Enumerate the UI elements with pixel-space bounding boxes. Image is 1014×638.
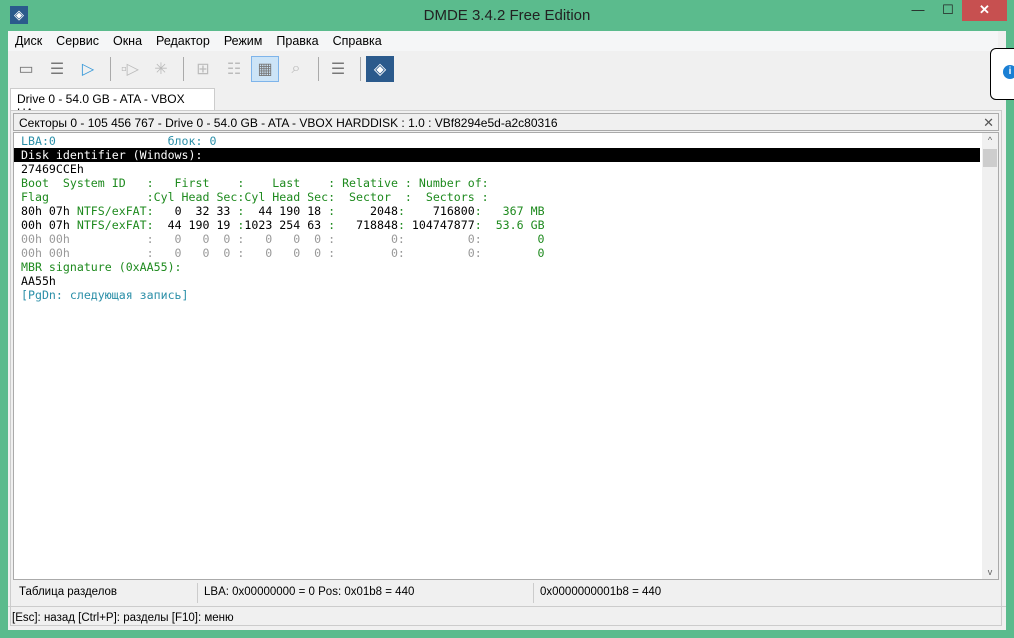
text-segment: 716800 bbox=[404, 204, 475, 218]
drive-icon[interactable]: ▭ bbox=[12, 56, 40, 82]
tab-drive-0[interactable]: Drive 0 - 54.0 GB - ATA - VBOX HA... bbox=[10, 88, 215, 120]
text-segment: NTFS/exFAT: bbox=[76, 204, 154, 218]
text-segment: 0 32 33 bbox=[153, 204, 238, 218]
text-segment: 00h 07h bbox=[21, 218, 77, 232]
scroll-down-icon[interactable]: v bbox=[982, 567, 998, 577]
text-segment: 44 190 19 bbox=[153, 218, 238, 232]
info-icon: i bbox=[1003, 65, 1014, 79]
text-line: 27469CCEh bbox=[21, 162, 980, 176]
partitions-icon[interactable]: ☰ bbox=[43, 56, 71, 82]
text-segment: NTFS/exFAT: bbox=[76, 218, 154, 232]
toolbar-separator bbox=[110, 57, 111, 81]
text-line: 00h 00h : 0 0 0 : 0 0 0 : 0: 0: 0 bbox=[21, 232, 980, 246]
config-icon[interactable]: ☰ bbox=[324, 56, 352, 82]
sector-content[interactable]: LBA:0 блок: 0 Disk identifier (Windows): 2… bbox=[13, 132, 999, 580]
scroll-up-icon[interactable]: ^ bbox=[982, 135, 998, 145]
status-bar: Таблица разделов LBA: 0x00000000 = 0 Pos… bbox=[13, 583, 999, 603]
menu-windows[interactable]: Окна bbox=[106, 31, 149, 51]
text-segment: 104747877 bbox=[404, 218, 475, 232]
text-line: MBR signature (0xAA55): bbox=[21, 260, 980, 274]
text-segment: 80h 07h bbox=[21, 204, 77, 218]
step-icon[interactable]: ▫▷ bbox=[116, 56, 144, 82]
text-segment: 00h 00h : 0 0 0 : 0 0 0 : 0: 0: bbox=[21, 232, 482, 246]
text-segment: : bbox=[397, 218, 405, 232]
text-segment: Boot System ID : First : Last : Relative… bbox=[21, 176, 489, 190]
text-line: [PgDn: следующая запись] bbox=[21, 288, 980, 302]
scroll-thumb[interactable] bbox=[983, 149, 997, 167]
menu-disk[interactable]: Диск bbox=[8, 31, 49, 51]
text-segment: Disk identifier (Windows): bbox=[21, 148, 203, 162]
text-segment: : bbox=[397, 204, 405, 218]
text-segment: AA55h bbox=[21, 274, 56, 288]
text-segment: 44 190 18 bbox=[244, 204, 329, 218]
panel-header: Секторы 0 - 105 456 767 - Drive 0 - 54.0… bbox=[13, 113, 999, 131]
vertical-scrollbar[interactable]: ^ v bbox=[982, 133, 998, 579]
toolbar-separator bbox=[360, 57, 361, 81]
text-segment: 00h 00h : 0 0 0 : 0 0 0 : 0: 0: bbox=[21, 246, 482, 260]
text-segment: 0 bbox=[481, 246, 545, 260]
text-line: 00h 00h : 0 0 0 : 0 0 0 : 0: 0: 0 bbox=[21, 246, 980, 260]
menu-mode[interactable]: Режим bbox=[217, 31, 270, 51]
search-view-icon[interactable]: ⌕ bbox=[282, 56, 310, 82]
menu-service[interactable]: Сервис bbox=[49, 31, 106, 51]
toolbar-separator bbox=[318, 57, 319, 81]
status-offset: 0x0000000001b8 = 440 bbox=[540, 586, 662, 598]
menu-bar: Диск Сервис Окна Редактор Режим Правка С… bbox=[8, 31, 998, 51]
text-segment: 718848 bbox=[335, 218, 398, 232]
main-window: Диск Сервис Окна Редактор Режим Правка С… bbox=[8, 31, 1006, 630]
text-segment: : 53.6 GB bbox=[474, 218, 545, 232]
toolbar-separator bbox=[183, 57, 184, 81]
text-line: Boot System ID : First : Last : Relative… bbox=[21, 176, 980, 190]
info-tooltip[interactable]: i bbox=[990, 48, 1014, 100]
title-bar: ◈ DMDE 3.4.2 Free Edition — ☐ ✕ bbox=[0, 0, 1014, 31]
new-icon[interactable]: ✳ bbox=[147, 56, 175, 82]
window-title: DMDE 3.4.2 Free Edition bbox=[423, 7, 591, 24]
text-segment: Flag :Cyl Head Sec:Cyl Head Sec: Sector … bbox=[21, 190, 489, 204]
maximize-button[interactable]: ☐ bbox=[933, 0, 963, 21]
list-view-icon[interactable]: ☷ bbox=[220, 56, 248, 82]
text-segment: 27469CCEh bbox=[21, 162, 84, 176]
text-line: 80h 07h NTFS/exFAT: 0 32 33 : 44 190 18 … bbox=[21, 204, 980, 218]
menu-help[interactable]: Справка bbox=[326, 31, 389, 51]
text-segment: : 367 MB bbox=[474, 204, 545, 218]
text-segment: 1023 254 63 bbox=[244, 218, 329, 232]
partition-table-text: LBA:0 блок: 0 Disk identifier (Windows): 2… bbox=[14, 134, 980, 302]
panel-title: Секторы 0 - 105 456 767 - Drive 0 - 54.0… bbox=[19, 116, 558, 130]
tree-view-icon[interactable]: ⊞ bbox=[189, 56, 217, 82]
text-segment: 0 bbox=[481, 232, 545, 246]
dmde-logo-icon[interactable]: ◈ bbox=[366, 56, 394, 82]
text-segment: 2048 bbox=[335, 204, 398, 218]
text-segment: [PgDn: следующая запись] bbox=[21, 288, 189, 302]
status-position: LBA: 0x00000000 = 0 Pos: 0x01b8 = 440 bbox=[198, 583, 534, 603]
text-line: 00h 07h NTFS/exFAT: 44 190 19 : 1023 254 … bbox=[21, 218, 980, 232]
minimize-button[interactable]: — bbox=[903, 0, 933, 21]
sector-panel: Секторы 0 - 105 456 767 - Drive 0 - 54.0… bbox=[10, 110, 1002, 626]
text-line: AA55h bbox=[21, 274, 980, 288]
sector-view-icon[interactable]: ▦ bbox=[251, 56, 279, 82]
text-line: LBA:0 блок: 0 bbox=[21, 134, 980, 148]
status-mode: Таблица разделов bbox=[13, 583, 198, 603]
text-line: Flag :Cyl Head Sec:Cyl Head Sec: Sector … bbox=[21, 190, 980, 204]
toolbar: ▭ ☰ ▷ ▫▷ ✳ ⊞ ☷ ▦ ⌕ ☰ ◈ bbox=[8, 53, 998, 85]
hint-bar: [Esc]: назад [Ctrl+P]: разделы [F10]: ме… bbox=[8, 606, 1006, 630]
menu-edit[interactable]: Правка bbox=[269, 31, 325, 51]
close-button[interactable]: ✕ bbox=[962, 0, 1007, 21]
text-segment: MBR signature (0xAA55): bbox=[21, 260, 182, 274]
text-line: Disk identifier (Windows): bbox=[14, 148, 980, 162]
panel-close-icon[interactable]: ✕ bbox=[983, 115, 994, 131]
text-segment: LBA:0 блок: 0 bbox=[21, 134, 217, 148]
menu-editor[interactable]: Редактор bbox=[149, 31, 217, 51]
play-icon[interactable]: ▷ bbox=[74, 56, 102, 82]
